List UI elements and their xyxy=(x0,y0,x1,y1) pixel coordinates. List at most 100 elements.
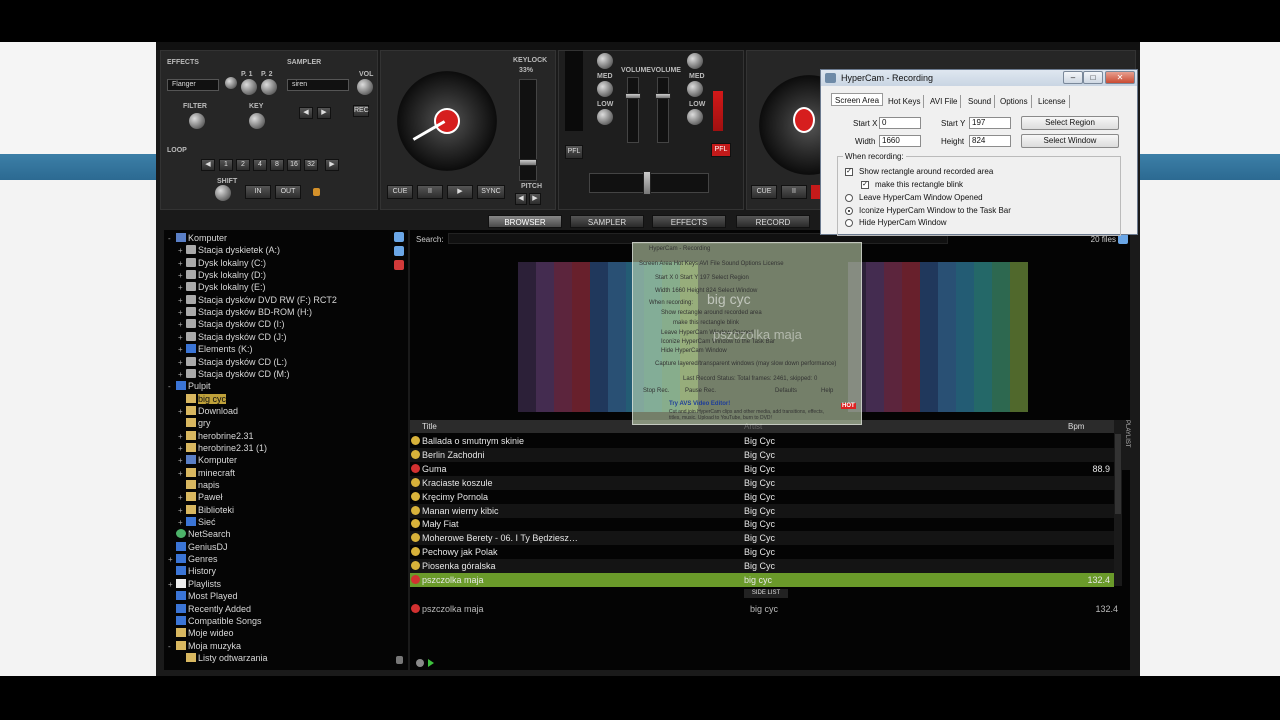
tree-expander[interactable]: + xyxy=(178,443,186,455)
blink-checkbox[interactable]: ✓ xyxy=(861,181,869,189)
p2-knob[interactable] xyxy=(261,79,277,95)
tree-item[interactable]: + Stacja dysków CD (J:) xyxy=(178,331,287,343)
mixer-low-knob-right[interactable] xyxy=(687,109,703,125)
album-cover[interactable] xyxy=(956,262,974,412)
volume-fader-handle-left[interactable] xyxy=(625,93,641,99)
track-list-scrollbar[interactable] xyxy=(1114,420,1122,586)
start-x-input[interactable]: 0 xyxy=(879,117,921,129)
loop-32-button[interactable]: 32 xyxy=(304,159,318,171)
track-row[interactable]: Manan wierny kibic Big Cyc xyxy=(410,503,1114,518)
select-region-button[interactable]: Select Region xyxy=(1021,116,1119,130)
album-cover[interactable] xyxy=(866,262,884,412)
album-cover[interactable] xyxy=(518,262,536,412)
select-window-button[interactable]: Select Window xyxy=(1021,134,1119,148)
tree-expander[interactable]: + xyxy=(178,431,186,443)
hypercam-titlebar[interactable]: HyperCam - Recording – □ ✕ xyxy=(821,70,1137,86)
tree-expander[interactable]: + xyxy=(168,554,176,566)
pfl-button-left[interactable]: PFL xyxy=(565,145,583,159)
track-row[interactable]: Piosenka góralska Big Cyc xyxy=(410,559,1114,574)
tree-expander[interactable]: + xyxy=(178,505,186,517)
tree-expander[interactable]: + xyxy=(178,455,186,467)
tree-item[interactable]: gry xyxy=(178,417,211,429)
album-cover[interactable] xyxy=(938,262,956,412)
side-list-row[interactable]: pszczolka maja big cyc 132.4 xyxy=(410,602,1118,616)
track-row[interactable]: Mały Fiat Big Cyc xyxy=(410,517,1114,531)
tree-expander[interactable]: + xyxy=(178,307,186,319)
height-input[interactable]: 824 xyxy=(969,135,1011,147)
album-cover[interactable] xyxy=(608,262,626,412)
tree-expander[interactable]: + xyxy=(178,270,186,282)
tree-item[interactable]: NetSearch xyxy=(168,528,231,540)
mixer-high-knob-left[interactable] xyxy=(597,53,613,69)
tree-item[interactable]: Most Played xyxy=(168,590,238,602)
album-cover[interactable] xyxy=(590,262,608,412)
tree-item[interactable]: - Komputer xyxy=(168,232,227,244)
sync-button-left[interactable]: SYNC xyxy=(477,185,505,199)
cue-button-left[interactable]: CUE xyxy=(387,185,413,199)
sampler-select[interactable]: siren xyxy=(287,79,349,91)
tree-item[interactable]: - Moja muzyka xyxy=(168,640,241,652)
tree-expander[interactable]: + xyxy=(168,579,176,591)
tree-item[interactable]: + herobrine2.31 xyxy=(178,430,254,442)
minimize-button[interactable]: – xyxy=(1063,71,1083,84)
tree-item[interactable]: History xyxy=(168,565,216,577)
track-row[interactable]: Ballada o smutnym skinie Big Cyc xyxy=(410,434,1114,448)
track-row[interactable]: Kręcimy Pornola Big Cyc xyxy=(410,490,1114,504)
tree-expander[interactable]: + xyxy=(178,258,186,270)
mixer-low-knob-left[interactable] xyxy=(597,109,613,125)
album-cover[interactable] xyxy=(884,262,902,412)
tree-item[interactable]: + Playlists xyxy=(168,578,221,590)
album-cover[interactable] xyxy=(1010,262,1028,412)
tab-sampler[interactable]: SAMPLER xyxy=(570,215,644,228)
tree-item[interactable]: + minecraft xyxy=(178,467,235,479)
tree-item[interactable]: GeniusDJ xyxy=(168,541,228,553)
tree-item[interactable]: + Dysk lokalny (D:) xyxy=(178,269,266,281)
cue-button-right[interactable]: CUE xyxy=(751,185,777,199)
maximize-button[interactable]: □ xyxy=(1083,71,1103,84)
playlist-tab[interactable]: PLAYLIST xyxy=(1122,420,1130,470)
volume-fader-handle-right[interactable] xyxy=(655,93,671,99)
add-favorite-icon[interactable] xyxy=(394,246,404,256)
loop-prev-button[interactable]: ◀ xyxy=(201,159,215,171)
tree-item[interactable]: Listy odtwarzania xyxy=(178,652,268,664)
volume-fader-left[interactable] xyxy=(627,77,639,143)
tree-expander[interactable]: + xyxy=(178,245,186,257)
album-cover[interactable] xyxy=(572,262,590,412)
pitch-up-button[interactable]: ▶ xyxy=(529,193,541,205)
tree-item[interactable]: + Stacja dysków CD (M:) xyxy=(178,368,290,380)
tree-expander[interactable]: + xyxy=(178,517,186,529)
hypercam-tab[interactable]: Sound xyxy=(965,95,996,108)
loop-in-button[interactable]: IN xyxy=(245,185,271,199)
hypercam-tab[interactable]: License xyxy=(1035,95,1070,108)
hypercam-tab[interactable]: AVI File xyxy=(927,95,962,108)
mixer-med-knob-left[interactable] xyxy=(597,81,613,97)
hypercam-tab[interactable]: Hot Keys xyxy=(885,95,925,108)
loop-2-button[interactable]: 2 xyxy=(236,159,250,171)
loop-1-button[interactable]: 1 xyxy=(219,159,233,171)
sampler-rec-button[interactable]: REC xyxy=(353,105,369,117)
sampler-vol-knob[interactable] xyxy=(357,79,373,95)
tree-item[interactable]: + Dysk lokalny (C:) xyxy=(178,257,266,269)
column-title[interactable]: Title xyxy=(422,422,437,431)
effect-select[interactable]: Flanger xyxy=(167,79,219,91)
tree-item[interactable]: + Komputer xyxy=(178,454,237,466)
track-row[interactable]: Moherowe Berety - 06. I Ty Będziesz… Big … xyxy=(410,531,1114,546)
album-cover[interactable] xyxy=(554,262,572,412)
side-list-label[interactable]: SIDE LIST xyxy=(744,589,788,598)
sampler-next-button[interactable]: ▶ xyxy=(317,107,331,119)
tree-expander[interactable]: - xyxy=(168,381,176,393)
side-list-search-icon[interactable] xyxy=(416,659,424,667)
hypercam-tab[interactable]: Options xyxy=(997,95,1032,108)
tab-record[interactable]: RECORD xyxy=(736,215,810,228)
album-cover[interactable] xyxy=(920,262,938,412)
tree-item[interactable]: + Stacja dysków CD (L:) xyxy=(178,356,287,368)
tree-lock-icon[interactable] xyxy=(396,656,403,664)
hypercam-tab[interactable]: Screen Area xyxy=(831,93,884,106)
tree-item[interactable]: - Pulpit xyxy=(168,380,211,392)
tree-item[interactable]: Moje wideo xyxy=(168,627,234,639)
tab-browser[interactable]: BROWSER xyxy=(488,215,562,228)
play-button-left[interactable]: ▶ xyxy=(447,185,473,199)
tree-item[interactable]: + Biblioteki xyxy=(178,504,234,516)
tree-expander[interactable]: + xyxy=(178,344,186,356)
key-knob[interactable] xyxy=(249,113,265,129)
